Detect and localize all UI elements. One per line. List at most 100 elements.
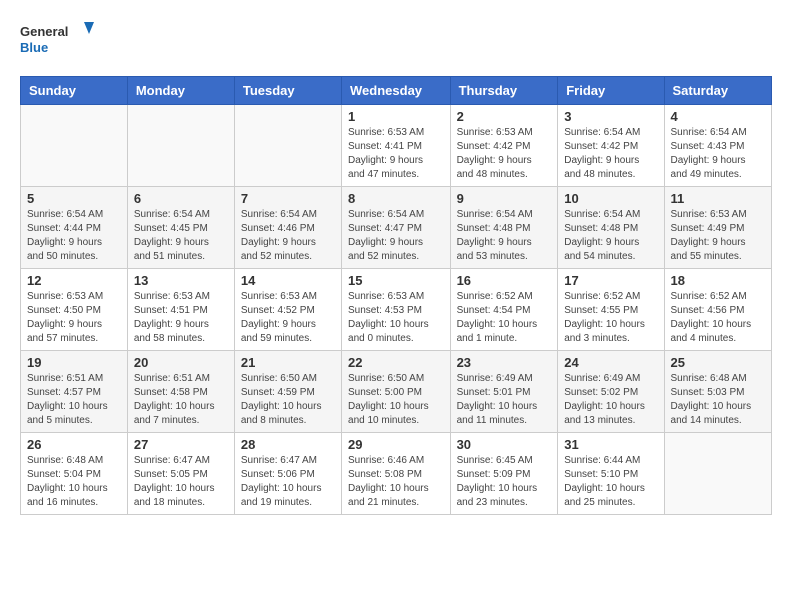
day-number: 10	[564, 191, 657, 206]
calendar-cell: 1 Sunrise: 6:53 AM Sunset: 4:41 PM Daylig…	[342, 105, 451, 187]
day-info: Sunrise: 6:45 AM Sunset: 5:09 PM Dayligh…	[457, 454, 552, 510]
calendar-cell	[127, 105, 234, 187]
day-info: Sunrise: 6:47 AM Sunset: 5:06 PM Dayligh…	[241, 454, 335, 510]
calendar-cell: 18 Sunrise: 6:52 AM Sunset: 4:56 PM Dayli…	[664, 269, 771, 351]
calendar-cell: 30 Sunrise: 6:45 AM Sunset: 5:09 PM Dayli…	[450, 433, 558, 515]
day-info: Sunrise: 6:53 AM Sunset: 4:41 PM Dayligh…	[348, 126, 444, 182]
weekday-header-thursday: Thursday	[450, 77, 558, 105]
day-number: 6	[134, 191, 228, 206]
day-number: 17	[564, 273, 657, 288]
weekday-header-saturday: Saturday	[664, 77, 771, 105]
calendar-cell	[21, 105, 128, 187]
calendar-cell: 17Sunrise: 6:52 AM Sunset: 4:55 PM Dayli…	[558, 269, 664, 351]
day-info: Sunrise: 6:48 AM Sunset: 5:04 PM Dayligh…	[27, 454, 121, 510]
day-info: Sunrise: 6:53 AM Sunset: 4:51 PM Dayligh…	[134, 290, 228, 346]
day-info: Sunrise: 6:51 AM Sunset: 4:58 PM Dayligh…	[134, 372, 228, 428]
logo-svg: General Blue	[20, 20, 100, 60]
calendar-cell: 15 Sunrise: 6:53 AM Sunset: 4:53 PM Dayli…	[342, 269, 451, 351]
day-number: 20	[134, 355, 228, 370]
calendar-week-3: 12 Sunrise: 6:53 AM Sunset: 4:50 PM Dayli…	[21, 269, 772, 351]
calendar-cell: 11Sunrise: 6:53 AM Sunset: 4:49 PM Dayli…	[664, 187, 771, 269]
day-number: 13	[134, 273, 228, 288]
calendar-week-5: 26 Sunrise: 6:48 AM Sunset: 5:04 PM Dayli…	[21, 433, 772, 515]
day-number: 14	[241, 273, 335, 288]
day-number: 15	[348, 273, 444, 288]
calendar-cell: 24Sunrise: 6:49 AM Sunset: 5:02 PM Dayli…	[558, 351, 664, 433]
day-number: 7	[241, 191, 335, 206]
day-info: Sunrise: 6:54 AM Sunset: 4:46 PM Dayligh…	[241, 208, 335, 264]
day-number: 16	[457, 273, 552, 288]
calendar-table: SundayMondayTuesdayWednesdayThursdayFrid…	[20, 76, 772, 515]
day-info: Sunrise: 6:53 AM Sunset: 4:52 PM Dayligh…	[241, 290, 335, 346]
day-info: Sunrise: 6:44 AM Sunset: 5:10 PM Dayligh…	[564, 454, 657, 510]
day-number: 19	[27, 355, 121, 370]
day-number: 5	[27, 191, 121, 206]
calendar-cell: 19 Sunrise: 6:51 AM Sunset: 4:57 PM Dayli…	[21, 351, 128, 433]
day-number: 2	[457, 109, 552, 124]
day-number: 21	[241, 355, 335, 370]
day-number: 30	[457, 437, 552, 452]
calendar-cell: 25 Sunrise: 6:48 AM Sunset: 5:03 PM Dayli…	[664, 351, 771, 433]
day-number: 1	[348, 109, 444, 124]
day-info: Sunrise: 6:47 AM Sunset: 5:05 PM Dayligh…	[134, 454, 228, 510]
day-number: 29	[348, 437, 444, 452]
calendar-cell: 4 Sunrise: 6:54 AM Sunset: 4:43 PM Daylig…	[664, 105, 771, 187]
day-number: 25	[671, 355, 765, 370]
day-number: 18	[671, 273, 765, 288]
day-number: 11	[671, 191, 765, 206]
day-info: Sunrise: 6:54 AM Sunset: 4:48 PM Dayligh…	[564, 208, 657, 264]
day-info: Sunrise: 6:54 AM Sunset: 4:47 PM Dayligh…	[348, 208, 444, 264]
day-info: Sunrise: 6:50 AM Sunset: 4:59 PM Dayligh…	[241, 372, 335, 428]
day-info: Sunrise: 6:54 AM Sunset: 4:43 PM Dayligh…	[671, 126, 765, 182]
day-info: Sunrise: 6:49 AM Sunset: 5:02 PM Dayligh…	[564, 372, 657, 428]
day-number: 4	[671, 109, 765, 124]
calendar-cell: 20 Sunrise: 6:51 AM Sunset: 4:58 PM Dayli…	[127, 351, 234, 433]
calendar-cell: 31 Sunrise: 6:44 AM Sunset: 5:10 PM Dayli…	[558, 433, 664, 515]
day-number: 9	[457, 191, 552, 206]
day-info: Sunrise: 6:53 AM Sunset: 4:53 PM Dayligh…	[348, 290, 444, 346]
day-info: Sunrise: 6:50 AM Sunset: 5:00 PM Dayligh…	[348, 372, 444, 428]
calendar-cell	[234, 105, 341, 187]
svg-text:General: General	[20, 24, 68, 39]
day-info: Sunrise: 6:53 AM Sunset: 4:50 PM Dayligh…	[27, 290, 121, 346]
calendar-cell: 23 Sunrise: 6:49 AM Sunset: 5:01 PM Dayli…	[450, 351, 558, 433]
day-info: Sunrise: 6:46 AM Sunset: 5:08 PM Dayligh…	[348, 454, 444, 510]
day-info: Sunrise: 6:54 AM Sunset: 4:42 PM Dayligh…	[564, 126, 657, 182]
day-number: 22	[348, 355, 444, 370]
calendar-cell: 10 Sunrise: 6:54 AM Sunset: 4:48 PM Dayli…	[558, 187, 664, 269]
calendar-cell: 2 Sunrise: 6:53 AM Sunset: 4:42 PM Daylig…	[450, 105, 558, 187]
day-number: 23	[457, 355, 552, 370]
calendar-cell: 21 Sunrise: 6:50 AM Sunset: 4:59 PM Dayli…	[234, 351, 341, 433]
calendar-cell: 3Sunrise: 6:54 AM Sunset: 4:42 PM Daylig…	[558, 105, 664, 187]
calendar-cell: 9 Sunrise: 6:54 AM Sunset: 4:48 PM Daylig…	[450, 187, 558, 269]
weekday-header-friday: Friday	[558, 77, 664, 105]
calendar-cell	[664, 433, 771, 515]
weekday-header-monday: Monday	[127, 77, 234, 105]
day-number: 26	[27, 437, 121, 452]
calendar-cell: 7 Sunrise: 6:54 AM Sunset: 4:46 PM Daylig…	[234, 187, 341, 269]
day-info: Sunrise: 6:51 AM Sunset: 4:57 PM Dayligh…	[27, 372, 121, 428]
day-info: Sunrise: 6:54 AM Sunset: 4:48 PM Dayligh…	[457, 208, 552, 264]
day-number: 12	[27, 273, 121, 288]
day-info: Sunrise: 6:49 AM Sunset: 5:01 PM Dayligh…	[457, 372, 552, 428]
calendar-cell: 12 Sunrise: 6:53 AM Sunset: 4:50 PM Dayli…	[21, 269, 128, 351]
day-info: Sunrise: 6:48 AM Sunset: 5:03 PM Dayligh…	[671, 372, 765, 428]
calendar-cell: 26 Sunrise: 6:48 AM Sunset: 5:04 PM Dayli…	[21, 433, 128, 515]
calendar-cell: 14 Sunrise: 6:53 AM Sunset: 4:52 PM Dayli…	[234, 269, 341, 351]
day-number: 8	[348, 191, 444, 206]
calendar-cell: 27 Sunrise: 6:47 AM Sunset: 5:05 PM Dayli…	[127, 433, 234, 515]
weekday-header-sunday: Sunday	[21, 77, 128, 105]
day-number: 31	[564, 437, 657, 452]
weekday-header-wednesday: Wednesday	[342, 77, 451, 105]
page-header: General Blue	[20, 20, 772, 60]
day-info: Sunrise: 6:52 AM Sunset: 4:56 PM Dayligh…	[671, 290, 765, 346]
day-info: Sunrise: 6:53 AM Sunset: 4:42 PM Dayligh…	[457, 126, 552, 182]
calendar-week-2: 5 Sunrise: 6:54 AM Sunset: 4:44 PM Daylig…	[21, 187, 772, 269]
calendar-cell: 16Sunrise: 6:52 AM Sunset: 4:54 PM Dayli…	[450, 269, 558, 351]
day-number: 27	[134, 437, 228, 452]
calendar-cell: 8 Sunrise: 6:54 AM Sunset: 4:47 PM Daylig…	[342, 187, 451, 269]
calendar-cell: 6Sunrise: 6:54 AM Sunset: 4:45 PM Daylig…	[127, 187, 234, 269]
day-info: Sunrise: 6:54 AM Sunset: 4:44 PM Dayligh…	[27, 208, 121, 264]
calendar-cell: 13 Sunrise: 6:53 AM Sunset: 4:51 PM Dayli…	[127, 269, 234, 351]
weekday-header-tuesday: Tuesday	[234, 77, 341, 105]
